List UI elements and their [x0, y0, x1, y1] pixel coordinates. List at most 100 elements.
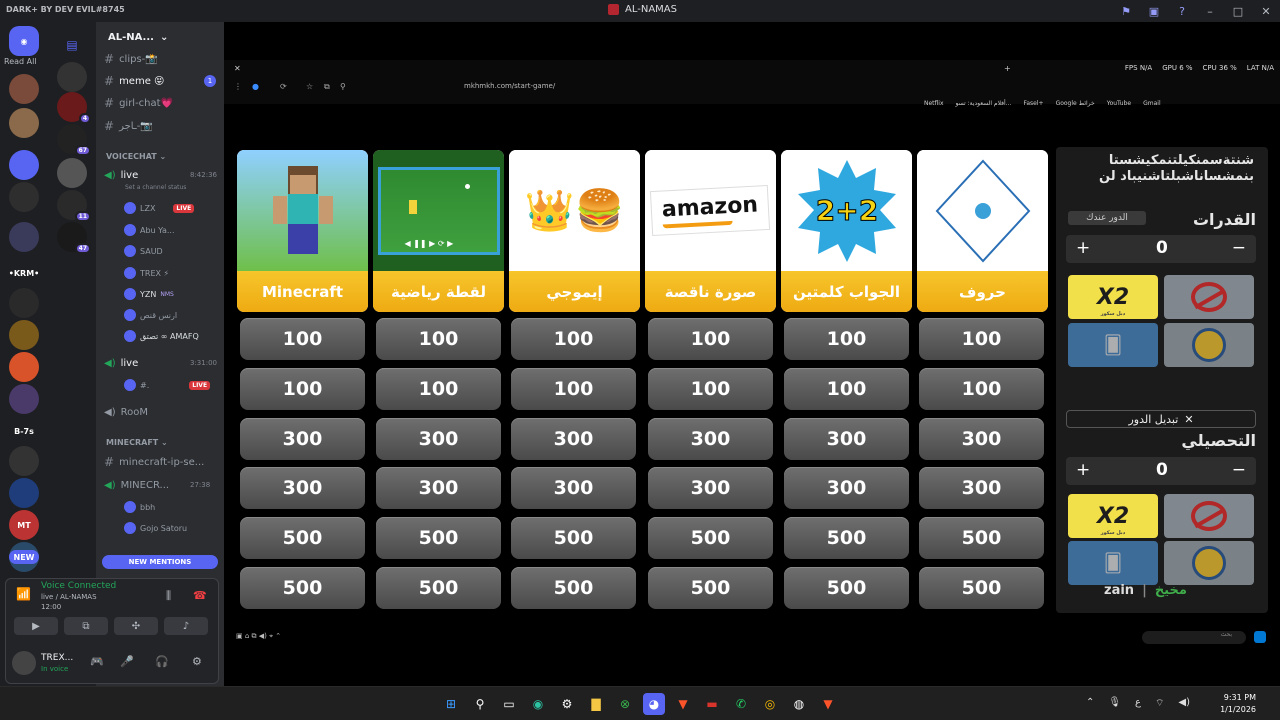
question-cell[interactable]: 500	[919, 567, 1044, 609]
xbox-icon[interactable]: ⊗	[614, 693, 636, 715]
obs-icon[interactable]: ◍	[788, 693, 810, 715]
question-cell[interactable]: 300	[376, 467, 501, 509]
disconnect-icon[interactable]: ☎	[193, 589, 207, 602]
question-cell[interactable]: 300	[240, 467, 365, 509]
brave-icon[interactable]: ▼	[672, 693, 694, 715]
voice-user[interactable]: ارنس قنص	[124, 307, 177, 323]
voice-channel-path[interactable]: live / AL-NAMAS	[41, 593, 97, 601]
question-cell[interactable]: 300	[784, 467, 909, 509]
question-cell[interactable]: 100	[511, 318, 636, 360]
channel-status[interactable]: Set a channel status	[125, 184, 186, 191]
close-tab-icon[interactable]: ✕	[234, 64, 241, 73]
channel-minecraft-ip[interactable]: # minecraft-ip-se...	[104, 453, 204, 471]
bookmark[interactable]: أفلام السعودية: تسو...	[956, 100, 1012, 107]
language-icon[interactable]: ع	[1135, 697, 1141, 710]
double-score-power[interactable]: X2 دبل سكور	[1068, 494, 1158, 538]
question-cell[interactable]: 500	[376, 567, 501, 609]
server-icon[interactable]	[9, 182, 39, 212]
new-tab-icon[interactable]: +	[1004, 64, 1011, 73]
chevron-up-icon[interactable]: ⌃	[1086, 697, 1094, 710]
folder-icon[interactable]: ▇	[585, 693, 607, 715]
activities-button[interactable]: ✣	[114, 617, 158, 635]
maximize-icon[interactable]: □	[1224, 0, 1252, 22]
chrome-icon[interactable]: ◎	[759, 693, 781, 715]
windows-start-icon[interactable]: ⊞	[440, 693, 462, 715]
plus-button[interactable]: +	[1076, 238, 1090, 258]
server-icon[interactable]	[9, 108, 39, 138]
discord-home-icon[interactable]: ◉	[9, 26, 39, 56]
controller-icon[interactable]: 🎮	[90, 655, 104, 668]
server-icon[interactable]	[9, 150, 39, 180]
headphones-icon[interactable]: 🎧	[155, 655, 169, 668]
discord-icon[interactable]: ◕	[643, 693, 665, 715]
noise-suppression-icon[interactable]: ⫼	[166, 589, 171, 603]
category-card-two-words[interactable]: 2+2 الجواب كلمتين	[781, 150, 912, 312]
server-header[interactable]: AL-NA... ⌄	[96, 22, 224, 52]
voice-channel-room[interactable]: ◀) RooM	[104, 403, 148, 421]
question-cell[interactable]: 100	[376, 318, 501, 360]
bookmark[interactable]: Gmail	[1143, 100, 1161, 107]
voice-user[interactable]: bbh	[124, 499, 155, 515]
question-cell[interactable]: 100	[376, 368, 501, 410]
volume-icon[interactable]: ◀)	[1178, 697, 1190, 710]
guild-icon[interactable]: 4	[57, 92, 91, 124]
question-cell[interactable]: 300	[511, 467, 636, 509]
question-cell[interactable]: 100	[648, 368, 773, 410]
voice-user[interactable]: Gojo Satoru	[124, 520, 187, 536]
server-icon[interactable]	[9, 74, 39, 104]
task-view-icon[interactable]: ▭	[498, 693, 520, 715]
server-icon[interactable]	[9, 384, 39, 414]
question-cell[interactable]: 100	[919, 318, 1044, 360]
question-cell[interactable]: 300	[648, 467, 773, 509]
double-score-power[interactable]: X2 دبل سكور	[1068, 275, 1158, 319]
question-cell[interactable]: 500	[648, 567, 773, 609]
camera-button[interactable]: ▶	[14, 617, 58, 635]
category-minecraft[interactable]: MINECRAFT ⌄	[106, 438, 168, 447]
server-icon[interactable]	[9, 446, 39, 476]
tabs-icon[interactable]: ⧉	[324, 82, 330, 92]
voice-user[interactable]: YZN NMS	[124, 286, 174, 302]
question-cell[interactable]: 500	[784, 517, 909, 559]
guild-icon[interactable]: 11	[57, 190, 91, 222]
minus-button[interactable]: −	[1232, 460, 1246, 480]
new-mentions-button[interactable]: NEW MENTIONS	[102, 555, 218, 569]
channel-clips[interactable]: # clips-📸	[104, 50, 158, 68]
category-card-emoji[interactable]: 👑🍔 إيموجي	[509, 150, 640, 312]
address-bar[interactable]: mkhmkh.com/start-game/	[464, 82, 555, 90]
mic-icon[interactable]: 🎤	[120, 655, 134, 668]
category-card-missing-picture[interactable]: amazon صورة ناقصة	[645, 150, 776, 312]
browser-icon[interactable]: ●	[252, 82, 259, 91]
wifi-icon[interactable]: ⌔	[1155, 697, 1164, 710]
question-cell[interactable]: 300	[919, 467, 1044, 509]
category-card-sports[interactable]: ◀ ❚❚ ▶ ⟳ ▶ لقطة رياضية	[373, 150, 504, 312]
voice-channel-live-2[interactable]: ◀) live 3:31:00	[104, 354, 217, 372]
server-icon[interactable]	[9, 352, 39, 382]
menu-icon[interactable]: ⋮	[234, 82, 242, 91]
question-cell[interactable]: 300	[648, 418, 773, 460]
question-cell[interactable]: 100	[648, 318, 773, 360]
server-icon[interactable]	[9, 320, 39, 350]
wheel-power[interactable]	[1164, 323, 1254, 367]
minus-button[interactable]: −	[1232, 238, 1246, 258]
question-cell[interactable]: 500	[784, 567, 909, 609]
server-icon[interactable]: •KRM•	[9, 258, 39, 288]
steam-icon[interactable]: ⚙	[556, 693, 578, 715]
help-icon[interactable]: ?	[1168, 0, 1196, 22]
mic-tray-icon[interactable]: 🎙	[1108, 697, 1121, 710]
block-power[interactable]	[1164, 494, 1254, 538]
soundboard-button[interactable]: ♪	[164, 617, 208, 635]
question-cell[interactable]: 500	[511, 567, 636, 609]
voice-user[interactable]: #. LIVE	[124, 377, 211, 393]
block-power[interactable]	[1164, 275, 1254, 319]
new-unreads-pill[interactable]: NEW	[9, 550, 39, 564]
guild-icon[interactable]	[57, 158, 87, 188]
question-cell[interactable]: 100	[919, 368, 1044, 410]
user-avatar[interactable]	[12, 651, 36, 675]
server-icon[interactable]: B-7s	[9, 416, 39, 446]
star-icon[interactable]: ☆	[306, 82, 313, 91]
guild-icon[interactable]: 67	[57, 124, 91, 156]
category-card-letters[interactable]: حروف	[917, 150, 1048, 312]
whatsapp-icon[interactable]: ✆	[730, 693, 752, 715]
app-icon[interactable]: ▬	[701, 693, 723, 715]
search-icon[interactable]: ⚲	[469, 693, 491, 715]
